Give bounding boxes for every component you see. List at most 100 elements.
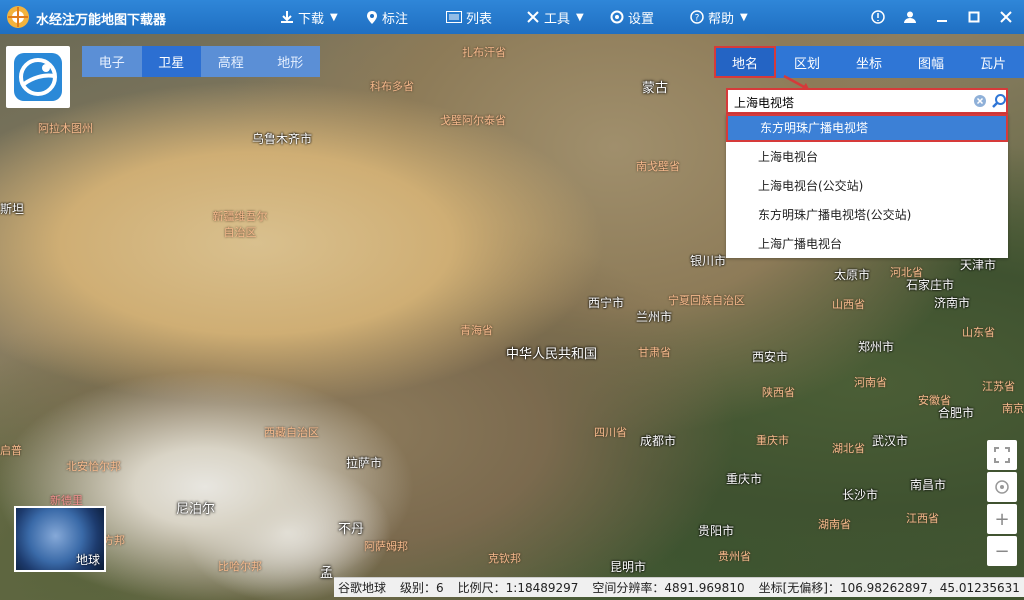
help-icon: ? [690, 10, 704, 24]
map-label-province: 宁夏回族自治区 [668, 294, 745, 307]
map-label-province: 湖北省 [832, 442, 865, 455]
map-label-province: 比哈尔邦 [218, 560, 262, 573]
map-label-city: 西安市 [752, 350, 789, 364]
map-label-province: 北安恰尔邦 [66, 460, 121, 473]
locate-button[interactable] [987, 472, 1017, 502]
map-label-city: 拉萨市 [346, 456, 383, 470]
location-pin-icon [367, 11, 377, 24]
settings-button[interactable]: 设置 [610, 8, 655, 27]
zoom-in-button[interactable]: + [987, 504, 1017, 534]
info-button[interactable] [868, 7, 888, 27]
download-icon [281, 11, 293, 23]
clear-icon[interactable] [974, 95, 986, 107]
map-label-province: 扎布汗省 [462, 46, 506, 59]
map-label-province: 河北省 [890, 266, 923, 279]
tools-button[interactable]: 工具 ▼ [526, 8, 584, 27]
search-result-item[interactable]: 上海电视台(公交站) [726, 172, 1008, 200]
map-label-city: 长沙市 [842, 488, 879, 502]
map-label-city: 南昌市 [910, 478, 947, 492]
search-results-list: 东方明珠广播电视塔 上海电视台 上海电视台(公交站) 东方明珠广播电视塔(公交站… [726, 114, 1008, 258]
annotate-button[interactable]: 标注 [366, 8, 409, 27]
map-label-province: 启普 [0, 444, 22, 457]
map-label-province: 戈壁阿尔泰省 [440, 114, 506, 127]
help-button[interactable]: ? 帮助 ▼ [690, 8, 748, 27]
compass-icon [995, 480, 1009, 494]
map-label-province: 江苏省 [982, 380, 1015, 393]
status-level: 级别：6 [400, 581, 444, 595]
map-label-province: 重庆市 [756, 434, 789, 447]
map-label-city: 武汉市 [872, 434, 909, 448]
map-label-province: 江西省 [906, 512, 939, 525]
status-bar: 谷歌地球 级别：6 比例尺：1:18489297 空间分辨率：4891.9698… [334, 577, 1024, 597]
map-label-city: 昆明市 [610, 560, 647, 574]
map-label-province: 山西省 [832, 298, 865, 311]
fullscreen-button[interactable] [987, 440, 1017, 470]
tab-place-name[interactable]: 地名 [714, 46, 776, 78]
list-button[interactable]: 列表 [446, 8, 492, 27]
map-label-province: 湖南省 [818, 518, 851, 531]
zoom-out-button[interactable]: − [987, 536, 1017, 566]
close-icon [1000, 11, 1012, 23]
map-type-elevation-tab[interactable]: 高程 [201, 46, 261, 77]
map-label-city: 西宁市 [588, 296, 625, 310]
tools-label: 工具 [544, 11, 571, 27]
map-label-country: 尼泊尔 [176, 502, 216, 517]
map-label-city: 天津市 [960, 258, 997, 272]
status-coordinates: 坐标[无偏移]：106.98262897，45.01235631 [758, 581, 1020, 595]
map-type-satellite-tab[interactable]: 卫星 [141, 46, 201, 77]
map-label-country: 孟 [320, 566, 334, 581]
globe-view-toggle[interactable]: 地球 [14, 506, 106, 572]
map-label-city: 重庆市 [726, 472, 763, 486]
minimize-icon [937, 20, 947, 22]
minimize-button[interactable] [932, 7, 952, 27]
search-icon[interactable] [991, 93, 1007, 109]
tools-icon [527, 11, 539, 23]
map-label-province: 甘肃省 [638, 346, 671, 359]
app-logo-tile [6, 46, 70, 108]
status-resolution: 空间分辨率：4891.969810 [592, 581, 745, 595]
map-label-city: 贵阳市 [698, 524, 735, 538]
search-result-item[interactable]: 上海广播电视台 [726, 230, 1008, 258]
svg-text:?: ? [695, 14, 700, 24]
map-label-country: 斯坦 [0, 202, 25, 216]
map-label-province: 山东省 [962, 326, 995, 339]
chevron-down-icon: ▼ [576, 11, 584, 23]
close-button[interactable] [996, 7, 1016, 27]
title-bar: 水经注万能地图下载器 下载 ▼ 标注 列表 工具 ▼ 设置 ? 帮助 ▼ [0, 0, 1024, 34]
map-label-city: 成都市 [640, 434, 677, 448]
map-label-city: 兰州市 [636, 310, 673, 324]
search-input[interactable] [732, 92, 972, 112]
map-label-province: 阿萨姆邦 [364, 540, 408, 553]
map-label-province: 克钦邦 [488, 552, 521, 565]
map-label-country: 中华人民共和国 [506, 347, 598, 362]
annotate-label: 标注 [382, 11, 409, 27]
map-type-switcher: 电子 卫星 高程 地形 [82, 46, 320, 77]
search-panel-tabs: 地名 区划 坐标 图幅 瓦片 [714, 46, 1024, 78]
map-type-terrain-tab[interactable]: 地形 [261, 46, 321, 77]
search-result-item[interactable]: 东方明珠广播电视塔(公交站) [726, 201, 1008, 229]
plus-icon: + [994, 508, 1010, 530]
settings-label: 设置 [628, 11, 655, 27]
map-label-province: 科布多省 [370, 80, 414, 93]
map-type-electronic-tab[interactable]: 电子 [82, 46, 142, 77]
map-label-city: 乌鲁木齐市 [252, 132, 313, 146]
map-label-province: 贵州省 [718, 550, 751, 563]
fullscreen-icon [994, 447, 1010, 463]
help-label: 帮助 [708, 11, 735, 27]
tab-tile[interactable]: 瓦片 [962, 46, 1024, 78]
tab-sheet[interactable]: 图幅 [900, 46, 962, 78]
map-label-province: 河南省 [854, 376, 887, 389]
map-label-province: 南戈壁省 [636, 160, 680, 173]
tab-coordinate[interactable]: 坐标 [838, 46, 900, 78]
search-result-item[interactable]: 东方明珠广播电视塔 [726, 114, 1008, 142]
map-label-province: 青海省 [460, 324, 493, 337]
gear-icon [610, 10, 624, 24]
map-label-province: 四川省 [594, 426, 627, 439]
chevron-down-icon: ▼ [330, 11, 338, 23]
app-title: 水经注万能地图下载器 [36, 13, 167, 28]
maximize-button[interactable] [964, 7, 984, 27]
map-label-city: 银川市 [690, 254, 727, 268]
user-button[interactable] [900, 7, 920, 27]
download-button[interactable]: 下载 ▼ [280, 8, 338, 27]
search-result-item[interactable]: 上海电视台 [726, 143, 1008, 171]
